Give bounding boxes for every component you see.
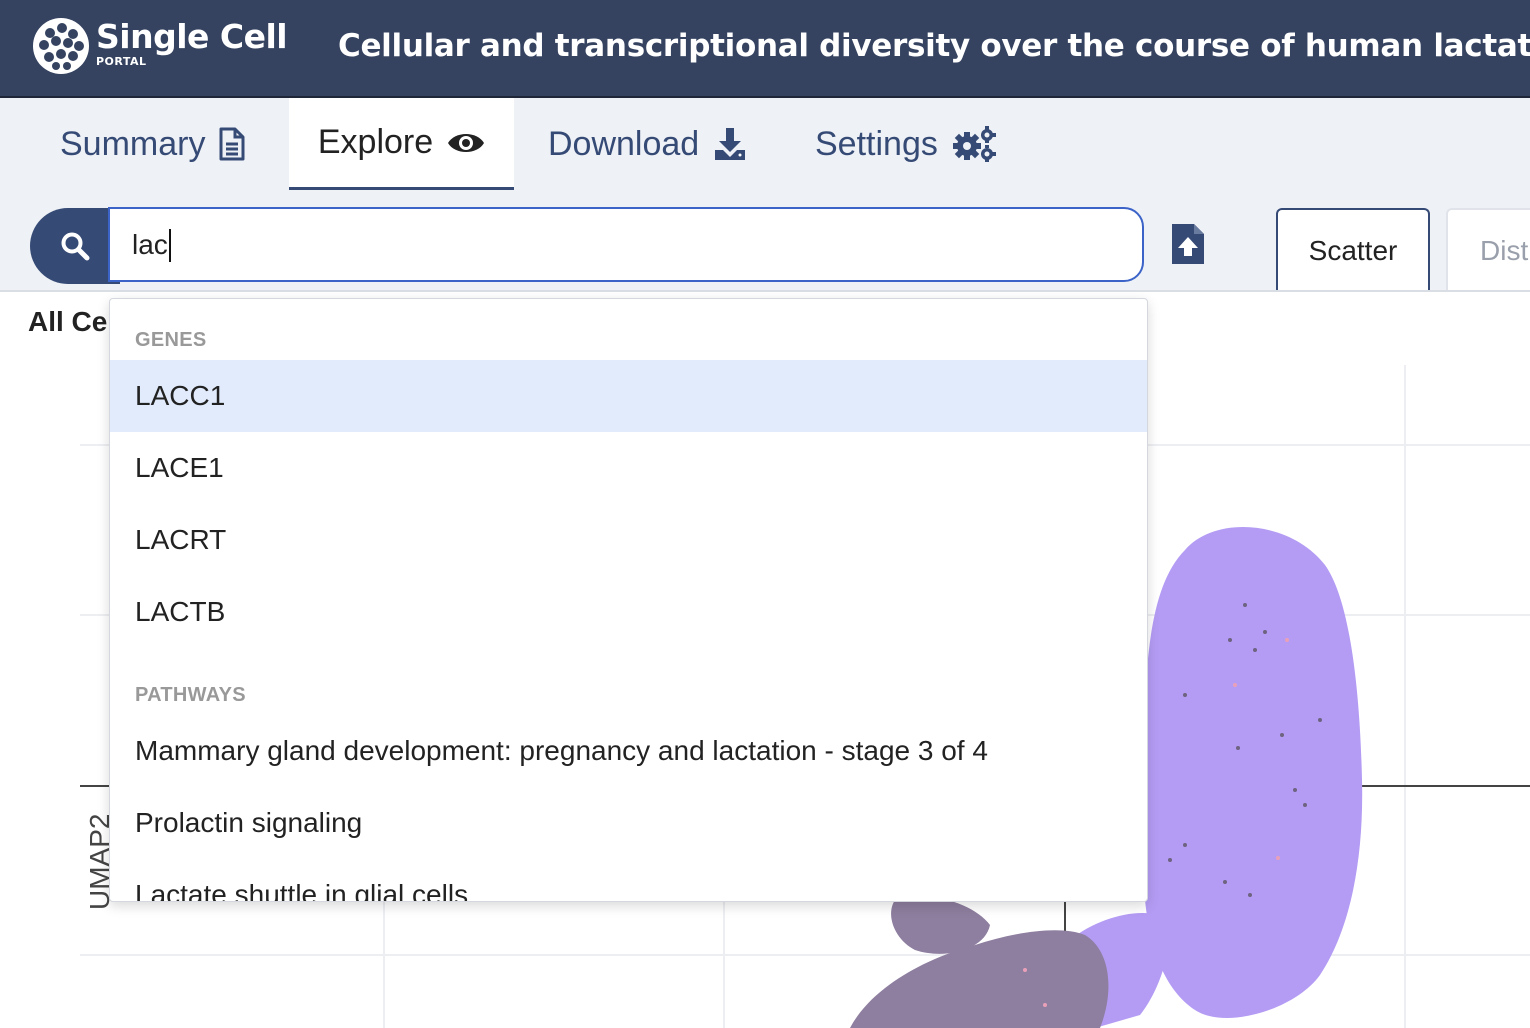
tab-download-label: Download [548, 124, 700, 163]
tab-download[interactable]: Download [548, 98, 747, 190]
study-title: Cellular and transcriptional diversity o… [338, 28, 1530, 64]
single-cell-logo-icon[interactable] [30, 16, 92, 76]
cluster-purple [1141, 527, 1363, 1018]
tab-explore[interactable]: Explore [289, 98, 514, 190]
suggestion-gene[interactable]: LACTB [110, 576, 1147, 648]
suggestion-gene[interactable]: LACRT [110, 504, 1147, 576]
gears-icon [952, 126, 996, 162]
file-upload-icon[interactable] [1170, 222, 1206, 266]
brand-subtitle: PORTAL [96, 55, 147, 68]
pathways-group-label: PATHWAYS [135, 684, 246, 706]
view-tab-scatter[interactable]: Scatter [1276, 208, 1430, 291]
top-header: Single Cell PORTAL Cellular and transcri… [0, 0, 1530, 98]
tab-summary[interactable]: Summary [60, 98, 245, 190]
eye-icon [447, 130, 485, 156]
tab-settings-label: Settings [815, 124, 938, 163]
suggestion-gene[interactable]: LACC1 [110, 360, 1147, 432]
search-input[interactable] [108, 207, 1144, 282]
search-button[interactable] [30, 208, 120, 284]
download-icon [713, 127, 747, 161]
suggestion-pathway[interactable]: Mammary gland development: pregnancy and… [110, 715, 1147, 787]
text-cursor [169, 229, 171, 262]
cluster-grey [850, 930, 1109, 1028]
suggestion-gene[interactable]: LACE1 [110, 432, 1147, 504]
tab-summary-label: Summary [60, 124, 206, 163]
tab-explore-label: Explore [317, 123, 434, 161]
suggestion-pathway[interactable]: Lactate shuttle in glial cells [110, 859, 1147, 901]
cluster-label: All Cel [28, 306, 116, 337]
document-icon [219, 127, 245, 161]
brand-name[interactable]: Single Cell [96, 18, 288, 56]
genes-group-label: GENES [135, 329, 207, 351]
view-tab-distribution[interactable]: Distr [1446, 208, 1530, 291]
search-icon [61, 232, 90, 261]
tab-settings[interactable]: Settings [815, 98, 996, 190]
suggestion-pathway[interactable]: Prolactin signaling [110, 787, 1147, 859]
search-suggestions-dropdown: GENES LACC1 LACE1 LACRT LACTB PATHWAYS M… [109, 298, 1148, 902]
